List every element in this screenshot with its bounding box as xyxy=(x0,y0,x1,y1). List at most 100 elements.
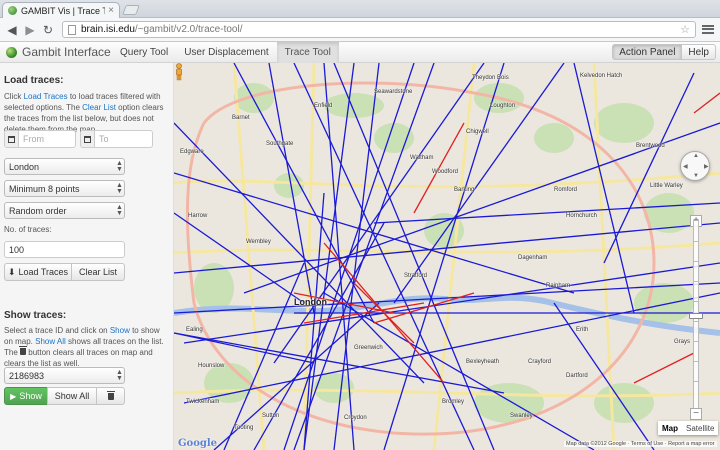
map-label: Swanley xyxy=(510,413,533,419)
url-path: /~gambit/v2.0/trace-tool/ xyxy=(134,24,243,35)
action-panel-button[interactable]: Action Panel xyxy=(612,44,683,60)
num-traces-input[interactable]: 100 xyxy=(4,241,125,258)
select-arrows-icon: ▲ ▼ xyxy=(116,181,123,195)
map-label: Romford xyxy=(554,187,578,193)
map-type-map[interactable]: Map xyxy=(658,421,682,435)
map-label: Harrow xyxy=(188,213,208,219)
map-label: Hornchurch xyxy=(566,213,598,219)
map-label: Croydon xyxy=(344,415,367,421)
close-icon[interactable]: × xyxy=(108,5,114,16)
new-tab-button[interactable] xyxy=(122,5,140,15)
map-label: Barnet xyxy=(232,115,250,121)
trash-icon xyxy=(106,390,115,400)
select-arrows-icon: ▲ ▼ xyxy=(116,159,123,173)
map-label: Enfield xyxy=(314,103,333,109)
min-points-select[interactable]: Minimum 8 points ▲ ▼ xyxy=(4,180,125,197)
city-select[interactable]: London ▲ ▼ xyxy=(4,158,125,175)
pan-control[interactable]: ▲ ▼ ◀ ▶ xyxy=(680,151,710,181)
trace-line-highlighted xyxy=(633,352,695,384)
reload-icon[interactable]: ↻ xyxy=(40,22,56,38)
park-area xyxy=(374,123,414,153)
map-label: Tooting xyxy=(234,425,254,431)
clear-map-button[interactable] xyxy=(96,387,125,405)
park-area xyxy=(594,103,654,143)
park-area xyxy=(644,193,694,233)
app-navbar: Gambit Interface Query Tool User Displac… xyxy=(0,41,720,63)
browser-tab[interactable]: GAMBIT Vis | Trace Tool × xyxy=(2,2,120,18)
calendar-icon xyxy=(84,135,91,143)
trace-line-highlighted xyxy=(693,92,720,114)
show-all-link[interactable]: Show All xyxy=(35,337,66,346)
menu-icon[interactable] xyxy=(700,23,716,37)
map-label: Crayford xyxy=(528,359,552,365)
map-label: Sutton xyxy=(262,413,280,419)
address-bar[interactable]: brain.isi.edu /~gambit/v2.0/trace-tool/ … xyxy=(62,21,696,38)
map-type-control: Map Satellite xyxy=(658,421,719,435)
brand-name: Gambit Interface xyxy=(22,45,111,59)
map-label: Edgware xyxy=(180,149,204,155)
map-layer xyxy=(174,63,720,450)
from-date-field[interactable]: From xyxy=(4,130,76,148)
map-label: Erith xyxy=(576,327,589,333)
show-button[interactable]: ▶ Show xyxy=(4,387,48,405)
map-label: Waltham xyxy=(410,155,434,161)
help-button[interactable]: Help xyxy=(682,44,716,60)
map-label: Wembley xyxy=(246,239,271,245)
tab-title: GAMBIT Vis | Trace Tool xyxy=(21,5,106,16)
zoom-out-button[interactable]: − xyxy=(690,408,702,420)
show-all-button[interactable]: Show All xyxy=(47,387,97,405)
map-label: Dagenham xyxy=(518,255,548,261)
map-label: Twickenham xyxy=(186,399,220,405)
trace-id-select[interactable]: 2186983 ▲ ▼ xyxy=(4,367,125,384)
action-panel: Load traces: Click Load Traces to load t… xyxy=(0,63,174,450)
load-traces-link[interactable]: Load Traces xyxy=(24,92,68,101)
favicon-icon xyxy=(8,6,17,15)
map-label: Grays xyxy=(674,339,691,345)
forward-icon[interactable]: ▶ xyxy=(22,22,38,38)
tab-query-tool[interactable]: Query Tool xyxy=(112,42,176,63)
browser-tab-strip: GAMBIT Vis | Trace Tool × xyxy=(0,0,720,18)
bookmark-star-icon[interactable]: ☆ xyxy=(680,23,690,36)
map-attribution[interactable]: Map data ©2012 Google · Terms of Use · R… xyxy=(564,441,717,447)
map-label: Barking xyxy=(454,187,475,193)
trace-line xyxy=(223,262,305,450)
zoom-handle[interactable] xyxy=(689,313,703,319)
url-host: brain.isi.edu xyxy=(81,24,135,35)
to-date-field[interactable]: To xyxy=(80,130,153,148)
map-label: Theydon Bois xyxy=(472,75,509,81)
load-traces-button[interactable]: ⬇ Load Traces xyxy=(4,263,72,281)
back-icon[interactable]: ◀ xyxy=(4,22,20,38)
show-link[interactable]: Show xyxy=(110,326,130,335)
map-label: Greenwich xyxy=(354,345,383,351)
show-help-text: Select a trace ID and click on Show to s… xyxy=(4,326,164,368)
road xyxy=(174,171,720,189)
clear-list-button[interactable]: Clear List xyxy=(71,263,125,281)
map-label: Hounslow xyxy=(198,363,225,369)
select-arrows-icon: ▲ ▼ xyxy=(116,368,123,382)
map-label: Bexleyheath xyxy=(466,359,500,365)
clear-list-link[interactable]: Clear List xyxy=(82,103,116,112)
tab-trace-tool[interactable]: Trace Tool xyxy=(276,41,339,63)
tab-user-displacement[interactable]: User Displacement xyxy=(176,42,276,63)
brand[interactable]: Gambit Interface xyxy=(0,45,112,59)
pegman-icon[interactable] xyxy=(174,63,184,81)
map-type-satellite[interactable]: Satellite xyxy=(682,421,719,435)
page-icon xyxy=(68,24,76,35)
map-label: Brentwood xyxy=(636,143,665,149)
download-icon: ⬇ xyxy=(7,266,16,277)
map-label: Ealing xyxy=(186,327,203,333)
map-label: Dartford xyxy=(566,373,588,379)
trace-line-highlighted xyxy=(413,122,465,214)
map-label: Bromley xyxy=(442,399,465,405)
order-select[interactable]: Random order ▲ ▼ xyxy=(4,202,125,219)
trace-line xyxy=(174,332,315,364)
park-area xyxy=(594,383,654,423)
map-label: Kelvedon Hatch xyxy=(580,73,623,79)
trace-line xyxy=(174,172,575,294)
map-label: Woodford xyxy=(432,169,458,175)
google-logo: Google xyxy=(178,438,218,449)
map-canvas[interactable]: Barnet Enfield Theydon Bois Kelvedon Hatch S… xyxy=(174,63,720,450)
num-traces-label: No. of traces: xyxy=(4,225,52,234)
play-icon: ▶ xyxy=(10,391,17,401)
park-area xyxy=(234,83,274,113)
